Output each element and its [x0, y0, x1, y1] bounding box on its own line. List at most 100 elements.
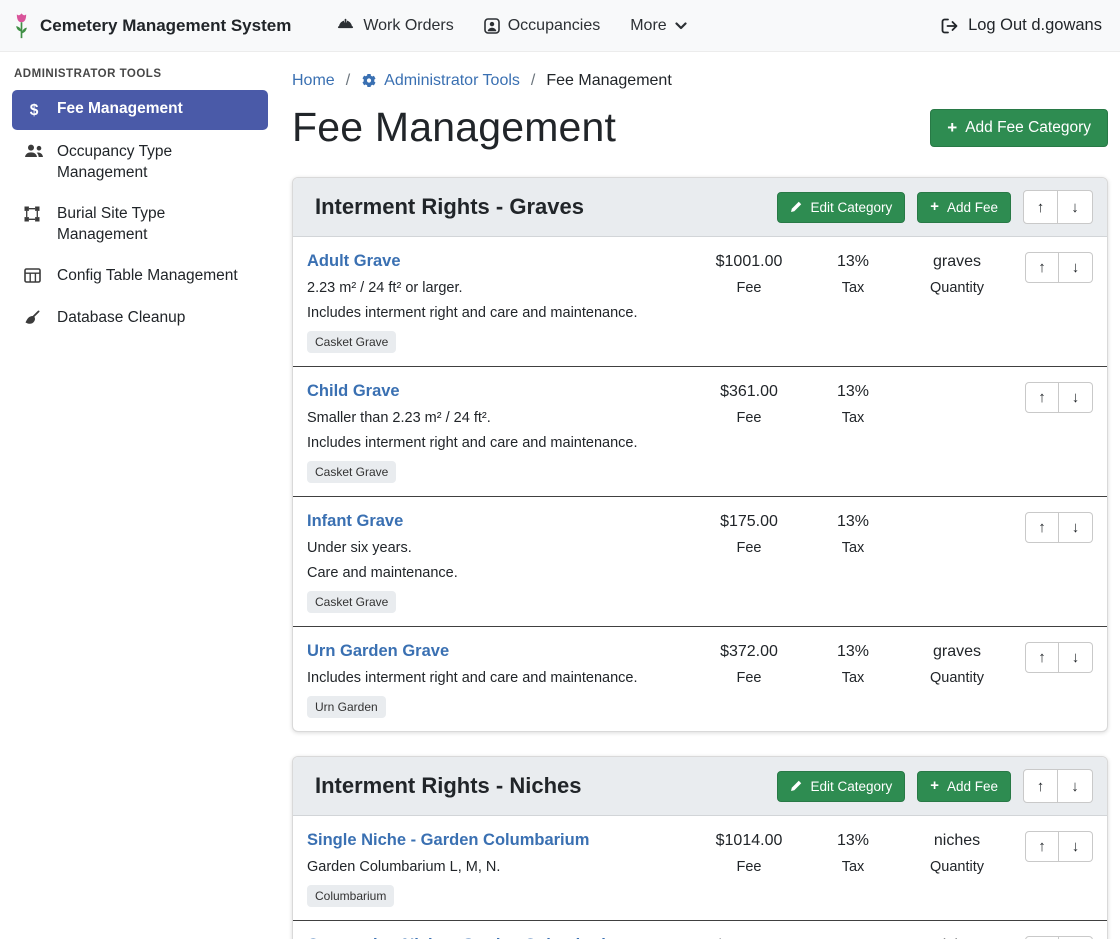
move-category-up-button[interactable]: ↑: [1023, 190, 1058, 224]
breadcrumb: Home / Administrator Tools / Fee Managem…: [292, 72, 1108, 90]
fee-description: 2.23 m² / 24 ft² or larger.: [307, 280, 697, 296]
move-category-up-button[interactable]: ↑: [1023, 769, 1058, 803]
category-card-graves: Interment Rights - Graves Edit Category …: [292, 177, 1108, 732]
fee-tax-label: Tax: [801, 859, 905, 875]
fee-tax: 13%: [801, 253, 905, 271]
fee-amount-col: $1014.00 Fee: [697, 831, 801, 875]
fee-amount-label: Fee: [697, 540, 801, 556]
fee-row: Urn Garden Grave Includes interment righ…: [293, 626, 1107, 731]
nav-occupancies-label: Occupancies: [508, 17, 601, 35]
users-icon: [24, 144, 44, 158]
breadcrumb-admin-tools-link[interactable]: Administrator Tools: [361, 72, 520, 90]
fee-tax: 13%: [801, 643, 905, 661]
fee-amount-label: Fee: [697, 859, 801, 875]
fee-name-link[interactable]: Single Niche - Garden Columbarium: [307, 831, 589, 850]
fee-reorder-group: ↑ ↓: [1025, 512, 1093, 543]
fee-row: Child Grave Smaller than 2.23 m² / 24 ft…: [293, 366, 1107, 496]
sidebar-item-label: Database Cleanup: [57, 308, 185, 328]
fee-name-link[interactable]: Adult Grave: [307, 252, 401, 271]
fee-row: Companion Niche - Garden Columbarium Gar…: [293, 920, 1107, 939]
fee-row: Single Niche - Garden Columbarium Garden…: [293, 816, 1107, 920]
move-fee-up-button[interactable]: ↑: [1025, 252, 1059, 283]
fee-tax-col: 13% Tax: [801, 252, 905, 296]
fee-quantity-unit: niches: [905, 832, 1009, 850]
move-fee-up-button[interactable]: ↑: [1025, 642, 1059, 673]
logout-link[interactable]: Log Out d.gowans: [941, 16, 1102, 35]
fee-amount-col: $372.00 Fee: [697, 642, 801, 686]
fee-tax-col: 13% Tax: [801, 382, 905, 426]
fee-name-link[interactable]: Infant Grave: [307, 512, 403, 531]
vector-square-icon: [24, 206, 44, 222]
move-fee-down-button[interactable]: ↓: [1059, 512, 1093, 543]
add-fee-button[interactable]: + Add Fee: [917, 192, 1011, 223]
move-category-down-button[interactable]: ↓: [1058, 190, 1093, 224]
fee-name-link[interactable]: Child Grave: [307, 382, 400, 401]
add-fee-button[interactable]: + Add Fee: [917, 771, 1011, 802]
plus-icon: +: [947, 119, 957, 136]
move-fee-down-button[interactable]: ↓: [1059, 252, 1093, 283]
fee-amount-label: Fee: [697, 280, 801, 296]
move-fee-down-button[interactable]: ↓: [1059, 642, 1093, 673]
fee-tax-label: Tax: [801, 410, 905, 426]
fee-row: Adult Grave 2.23 m² / 24 ft² or larger. …: [293, 237, 1107, 366]
fee-quantity-unit: graves: [905, 643, 1009, 661]
sidebar-item-fee-management[interactable]: $ Fee Management: [12, 90, 268, 130]
sidebar-item-config-table-management[interactable]: Config Table Management: [12, 257, 268, 295]
move-fee-down-button[interactable]: ↓: [1059, 382, 1093, 413]
fee-description: Garden Columbarium L, M, N.: [307, 859, 697, 875]
logout-icon: [941, 18, 959, 34]
fee-reorder-group: ↑ ↓: [1025, 831, 1093, 862]
fee-info: Urn Garden Grave Includes interment righ…: [307, 642, 697, 718]
sidebar-item-label: Burial Site Type Management: [57, 204, 256, 245]
chevron-down-icon: [675, 22, 687, 30]
fee-row: Infant Grave Under six years. Care and m…: [293, 496, 1107, 626]
fee-quantity-col: [905, 382, 1009, 392]
fee-amount-col: $175.00 Fee: [697, 512, 801, 556]
fee-tax: 13%: [801, 383, 905, 401]
app-brand[interactable]: Cemetery Management System: [12, 12, 291, 40]
edit-category-button[interactable]: Edit Category: [777, 771, 905, 802]
dollar-icon: $: [24, 101, 44, 121]
move-fee-up-button[interactable]: ↑: [1025, 831, 1059, 862]
fee-info: Child Grave Smaller than 2.23 m² / 24 ft…: [307, 382, 697, 483]
sidebar-item-label: Fee Management: [57, 99, 183, 119]
gear-icon: [361, 73, 377, 89]
fee-tax: 13%: [801, 513, 905, 531]
sidebar-item-database-cleanup[interactable]: Database Cleanup: [12, 299, 268, 337]
sidebar-item-occupancy-type-management[interactable]: Occupancy Type Management: [12, 133, 268, 192]
add-fee-category-button[interactable]: + Add Fee Category: [930, 109, 1108, 147]
category-header: Interment Rights - Graves Edit Category …: [293, 178, 1107, 237]
fee-name-link[interactable]: Urn Garden Grave: [307, 642, 449, 661]
fee-reorder-group: ↑ ↓: [1025, 382, 1093, 413]
fee-amount: $372.00: [697, 643, 801, 661]
move-fee-down-button[interactable]: ↓: [1059, 831, 1093, 862]
fee-info: Adult Grave 2.23 m² / 24 ft² or larger. …: [307, 252, 697, 353]
edit-category-label: Edit Category: [810, 779, 892, 794]
fee-amount-col: $361.00 Fee: [697, 382, 801, 426]
fee-quantity-label: Quantity: [905, 670, 1009, 686]
category-reorder-group: ↑ ↓: [1023, 769, 1093, 803]
fee-type-badge: Urn Garden: [307, 696, 386, 718]
move-fee-up-button[interactable]: ↑: [1025, 512, 1059, 543]
move-fee-up-button[interactable]: ↑: [1025, 382, 1059, 413]
fee-amount-label: Fee: [697, 670, 801, 686]
fee-quantity-label: Quantity: [905, 859, 1009, 875]
nav-occupancies[interactable]: Occupancies: [469, 9, 616, 43]
fee-description: Under six years.: [307, 540, 697, 556]
move-category-down-button[interactable]: ↓: [1058, 769, 1093, 803]
hard-hat-icon: [336, 18, 355, 34]
breadcrumb-current: Fee Management: [546, 72, 671, 90]
sidebar-item-burial-site-type-management[interactable]: Burial Site Type Management: [12, 195, 268, 254]
fee-tax-label: Tax: [801, 670, 905, 686]
nav-work-orders[interactable]: Work Orders: [321, 9, 468, 43]
fee-tax-col: 13% Tax: [801, 642, 905, 686]
edit-category-button[interactable]: Edit Category: [777, 192, 905, 223]
category-reorder-group: ↑ ↓: [1023, 190, 1093, 224]
breadcrumb-separator: /: [346, 72, 350, 90]
main-content: Home / Administrator Tools / Fee Managem…: [280, 52, 1120, 939]
breadcrumb-home-link[interactable]: Home: [292, 72, 335, 90]
nav-more[interactable]: More: [615, 9, 701, 43]
fee-tax-label: Tax: [801, 280, 905, 296]
fee-reorder-group: ↑ ↓: [1025, 252, 1093, 283]
breadcrumb-admin-tools-label: Administrator Tools: [384, 72, 520, 90]
